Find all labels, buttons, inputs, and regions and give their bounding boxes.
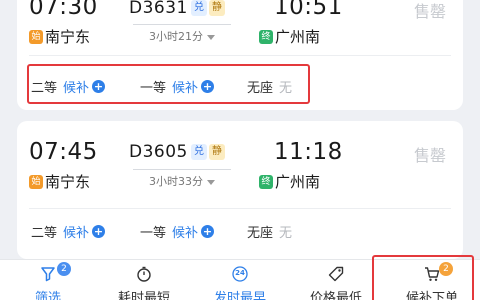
price-tag-icon <box>328 266 344 286</box>
train-number: D3631 <box>129 0 188 18</box>
tab-lowest-price[interactable]: 价格最低 <box>288 260 384 300</box>
seat-first-class[interactable]: 一等 候补 + <box>140 222 215 241</box>
duration[interactable]: 3小时33分 <box>137 173 227 189</box>
caret-down-icon <box>207 34 215 40</box>
clock-24-icon: 24 <box>232 266 248 286</box>
status-label: 售罄 <box>413 146 446 165</box>
train-card[interactable]: 07:45 D3605 兑 静 11:18 售罄 始 南宁东 3小时33分 终 … <box>17 121 463 259</box>
seat-class-label: 一等 <box>140 226 167 241</box>
train-number: D3605 <box>129 142 188 162</box>
seat-second-class[interactable]: 二等 候补 + <box>31 222 106 241</box>
tab-label: 价格最低 <box>309 291 362 300</box>
clock-24-icon-text: 24 <box>235 269 245 277</box>
arrival-time: 10:51 <box>274 0 343 20</box>
divider <box>29 55 451 56</box>
departure-time: 07:30 <box>29 0 98 20</box>
arrival-station-name: 广州南 <box>275 173 321 191</box>
duration-line <box>133 24 231 25</box>
arrival-time: 11:18 <box>274 139 343 165</box>
seat-class-label: 无座 <box>247 226 274 241</box>
departure-time: 07:45 <box>29 139 98 165</box>
departure-station: 始 南宁东 <box>29 171 90 192</box>
departure-station: 始 南宁东 <box>29 26 90 47</box>
seat-row-highlight <box>27 64 310 104</box>
arrival-station: 终 广州南 <box>259 26 320 47</box>
tab-filter[interactable]: 2 筛选 <box>0 260 96 300</box>
seat-no-seat: 无座 无 <box>247 222 292 241</box>
end-badge: 终 <box>259 174 273 189</box>
quiet-tag: 静 <box>209 0 225 16</box>
tab-label: 发时最早 <box>213 291 266 300</box>
tab-label: 筛选 <box>34 291 61 300</box>
start-badge: 始 <box>29 174 43 189</box>
departure-station-name: 南宁东 <box>45 173 91 191</box>
waitlist-label: 候补 <box>63 226 90 241</box>
arrival-station: 终 广州南 <box>259 171 320 192</box>
plus-icon[interactable]: + <box>92 225 106 238</box>
filter-icon <box>40 266 56 286</box>
seat-class-label: 二等 <box>31 226 58 241</box>
start-badge: 始 <box>29 29 43 44</box>
tab-earliest-departure[interactable]: 24 发时最早 <box>192 260 288 300</box>
exchange-tag: 兑 <box>191 144 207 160</box>
arrival-station-name: 广州南 <box>275 28 321 46</box>
duration-line <box>133 169 231 170</box>
filter-count-badge: 2 <box>57 262 71 276</box>
status-label: 售罄 <box>413 2 446 21</box>
end-badge: 终 <box>259 29 273 44</box>
caret-down-icon <box>207 179 215 185</box>
quiet-tag: 静 <box>209 144 225 160</box>
tab-label: 耗时最短 <box>117 291 170 300</box>
departure-station-name: 南宁东 <box>45 28 91 46</box>
divider <box>29 208 451 209</box>
waitlist-label: 候补 <box>172 226 199 241</box>
duration-text: 3小时33分 <box>149 175 203 188</box>
seat-state-label: 无 <box>279 226 293 241</box>
tab-shortest-duration[interactable]: 耗时最短 <box>96 260 192 300</box>
duration[interactable]: 3小时21分 <box>137 28 227 44</box>
waitlist-tab-highlight <box>372 255 474 300</box>
exchange-tag: 兑 <box>191 0 207 16</box>
plus-icon[interactable]: + <box>201 225 215 238</box>
duration-text: 3小时21分 <box>149 30 203 43</box>
stopwatch-icon <box>136 266 152 286</box>
